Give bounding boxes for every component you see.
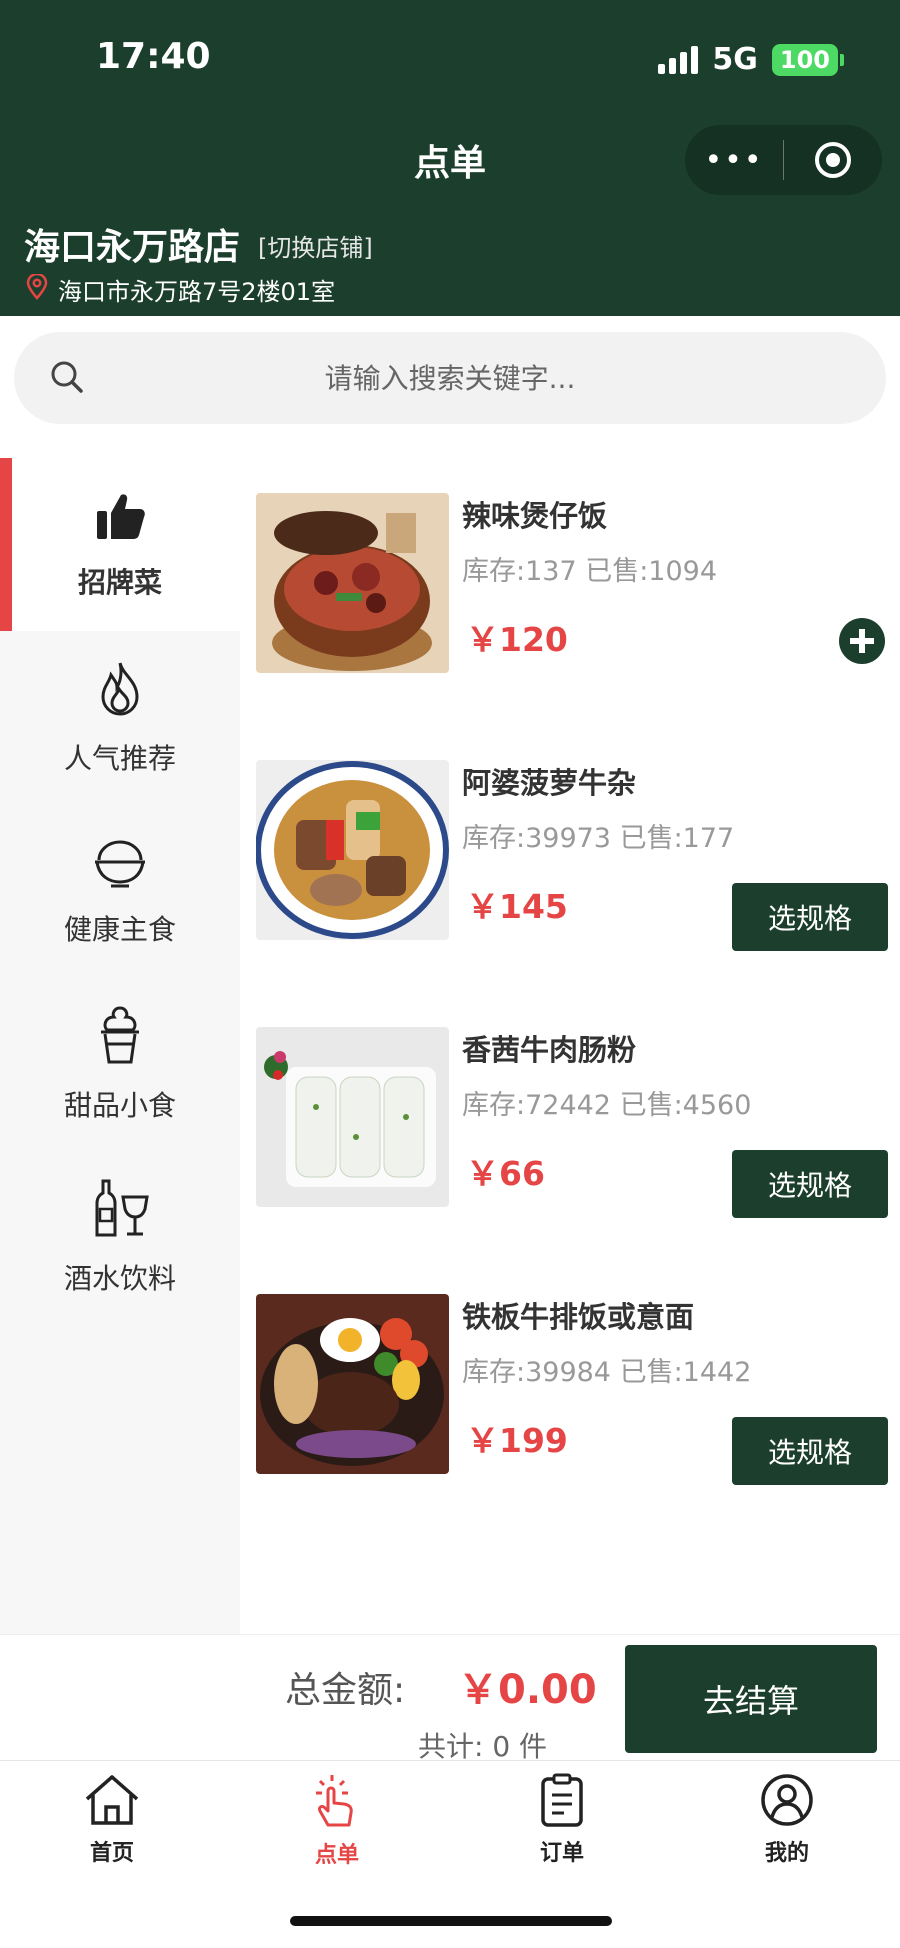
thumbs-up-icon (93, 489, 147, 547)
dish-stock: 库存:137 已售:1094 (462, 556, 718, 587)
category-item-signature[interactable]: 招牌菜 (0, 458, 240, 631)
user-icon (760, 1773, 814, 1831)
select-spec-button[interactable]: 选规格 (732, 883, 888, 951)
category-label: 招牌菜 (77, 565, 162, 599)
item-count: 共计: 0 件 (418, 1730, 548, 1763)
dish-image (256, 1294, 449, 1474)
location-pin-icon (26, 272, 48, 306)
dish-name: 辣味煲仔饭 (462, 499, 608, 533)
category-label: 人气推荐 (63, 741, 176, 775)
close-target-icon[interactable] (784, 140, 882, 180)
select-spec-button[interactable]: 选规格 (732, 1150, 888, 1218)
battery-icon: 100 (771, 43, 845, 76)
status-indicators: 5G 100 (658, 42, 845, 77)
dish-name: 铁板牛排饭或意面 (462, 1300, 695, 1334)
total-amount: ￥0.00 (458, 1667, 597, 1713)
tab-home[interactable]: 首页 (52, 1773, 172, 1867)
tab-label: 首页 (89, 1841, 134, 1866)
status-time: 17:40 (96, 36, 211, 77)
store-address-text: 海口市永万路7号2楼01室 (58, 278, 336, 306)
home-indicator (290, 1916, 612, 1926)
home-icon (83, 1773, 141, 1831)
tab-label: 我的 (764, 1841, 809, 1866)
clipboard-icon (540, 1773, 584, 1831)
category-sidebar: 招牌菜 人气推荐 健康主食 甜品小食 酒水饮料 (0, 458, 240, 1634)
add-to-cart-icon[interactable] (838, 617, 886, 669)
rice-bowl-icon (91, 834, 149, 894)
store-address: 海口市永万路7号2楼01室 (26, 272, 335, 307)
tab-label: 订单 (539, 1841, 584, 1866)
dish-image (256, 760, 449, 940)
category-item-dessert[interactable]: 甜品小食 (0, 977, 240, 1150)
dish-item[interactable]: 铁板牛排饭或意面 库存:39984 已售:1442 ￥199 选规格 (256, 1294, 888, 1485)
dish-item[interactable]: 辣味煲仔饭 库存:137 已售:1094 ￥120 (256, 493, 888, 673)
tap-hand-icon (308, 1773, 366, 1833)
total-label: 总金额: (285, 1670, 406, 1711)
category-item-staple[interactable]: 健康主食 (0, 804, 240, 977)
dish-name: 香茜牛肉肠粉 (462, 1033, 637, 1067)
dish-name: 阿婆菠萝牛杂 (462, 766, 637, 800)
header: 17:40 5G 100 点单 ••• 海口永万路店 [切换店铺] 海口市永万路… (0, 0, 900, 316)
tab-profile[interactable]: 我的 (727, 1773, 847, 1867)
dish-price: ￥199 (466, 1421, 568, 1460)
ice-cream-icon (95, 1004, 145, 1070)
category-item-popular[interactable]: 人气推荐 (0, 631, 240, 804)
select-spec-button[interactable]: 选规格 (732, 1417, 888, 1485)
dish-image (256, 1027, 449, 1207)
cart-bar: 总金额: ￥0.00 共计: 0 件 去结算 (0, 1634, 900, 1763)
dish-price: ￥66 (466, 1154, 545, 1193)
search-bar[interactable] (14, 332, 886, 424)
search-icon (48, 358, 86, 400)
category-label: 健康主食 (63, 912, 176, 946)
dish-stock: 库存:39984 已售:1442 (462, 1357, 752, 1388)
dish-price: ￥120 (466, 620, 568, 659)
tab-orders[interactable]: 订单 (502, 1773, 622, 1867)
tab-order[interactable]: 点单 (277, 1773, 397, 1869)
dish-item[interactable]: 香茜牛肉肠粉 库存:72442 已售:4560 ￥66 选规格 (256, 1027, 888, 1218)
more-icon[interactable]: ••• (685, 143, 783, 178)
checkout-button[interactable]: 去结算 (625, 1645, 877, 1753)
store-name: 海口永万路店 (24, 227, 241, 268)
category-item-drinks[interactable]: 酒水饮料 (0, 1150, 240, 1323)
miniprogram-capsule: ••• (685, 125, 882, 195)
network-type: 5G (712, 42, 758, 77)
category-label: 酒水饮料 (63, 1261, 176, 1295)
dish-image (256, 493, 449, 673)
dish-item[interactable]: 阿婆菠萝牛杂 库存:39973 已售:177 ￥145 选规格 (256, 760, 888, 951)
category-label: 甜品小食 (63, 1088, 176, 1122)
dish-price: ￥145 (466, 887, 568, 926)
dish-stock: 库存:39973 已售:177 (462, 823, 735, 854)
flame-icon (93, 659, 147, 723)
wine-icon (89, 1177, 151, 1243)
switch-store-link[interactable]: [切换店铺] (258, 228, 373, 263)
signal-icon (658, 45, 699, 74)
search-input[interactable] (14, 361, 886, 395)
dish-stock: 库存:72442 已售:4560 (462, 1090, 752, 1121)
tab-label: 点单 (314, 1843, 359, 1868)
